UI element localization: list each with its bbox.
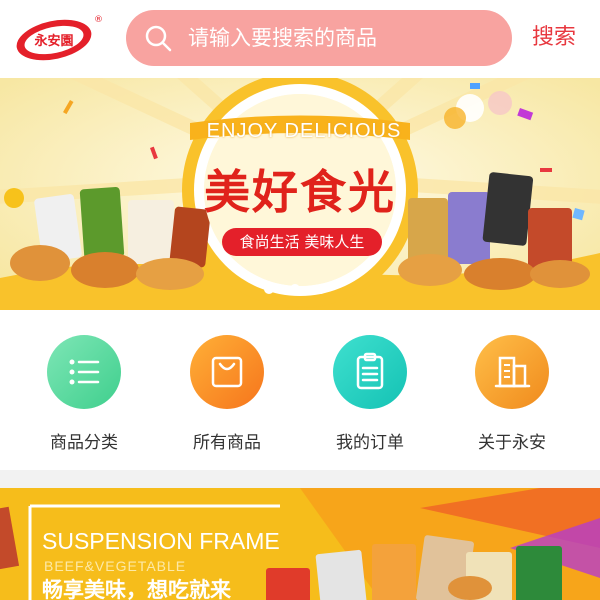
shopping-bag-icon [190, 335, 264, 409]
svg-text:®: ® [94, 15, 102, 25]
nav-item-about[interactable]: 关于永安 [452, 332, 572, 462]
clipboard-icon [333, 335, 407, 409]
carousel-dot-1[interactable] [264, 284, 274, 294]
search-icon [145, 25, 172, 52]
promo-title-en: SUSPENSION FRAME [42, 528, 280, 554]
search-placeholder: 请输入要搜索的商品 [188, 26, 377, 50]
nav-label: 所有商品 [193, 433, 261, 453]
building-icon [475, 335, 549, 409]
banner-tagline: 食尚生活 美味人生 [222, 228, 382, 256]
nav-label: 关于永安 [478, 433, 546, 453]
promo-title-cn: 畅享美味，想吃就来 [42, 578, 231, 600]
search-input[interactable]: 请输入要搜索的商品 [126, 10, 512, 66]
section-divider [0, 470, 600, 488]
carousel-dots [264, 282, 336, 296]
nav-item-all-products[interactable]: 所有商品 [167, 332, 287, 462]
list-icon [47, 335, 121, 409]
nav-label: 我的订单 [336, 433, 404, 453]
nav-item-my-orders[interactable]: 我的订单 [310, 332, 430, 462]
search-button[interactable]: 搜索 [532, 22, 576, 54]
promo-subtitle-en: BEEF&VEGETABLE [44, 558, 187, 574]
banner-headline-en: ENJOY DELICIOUS [206, 120, 402, 142]
carousel-dot-2[interactable] [290, 284, 300, 294]
logo-text: 永安園 [33, 33, 73, 49]
header: 永安園 ® 请输入要搜索的商品 搜索 [0, 0, 600, 78]
brand-logo[interactable]: 永安園 ® [14, 12, 103, 62]
carousel-dot-3[interactable] [316, 284, 326, 294]
hero-banner[interactable]: ENJOY DELICIOUS 美好食光 食尚生活 美味人生 [0, 78, 600, 310]
promo-banner[interactable]: SUSPENSION FRAME BEEF&VEGETABLE 畅享美味，想吃就… [0, 488, 600, 600]
quick-nav: 商品分类 所有商品 我的订单 关于永安 [0, 310, 600, 470]
nav-label: 商品分类 [50, 433, 118, 453]
nav-item-categories[interactable]: 商品分类 [24, 332, 144, 462]
banner-headline-cn: 美好食光 [204, 165, 396, 219]
